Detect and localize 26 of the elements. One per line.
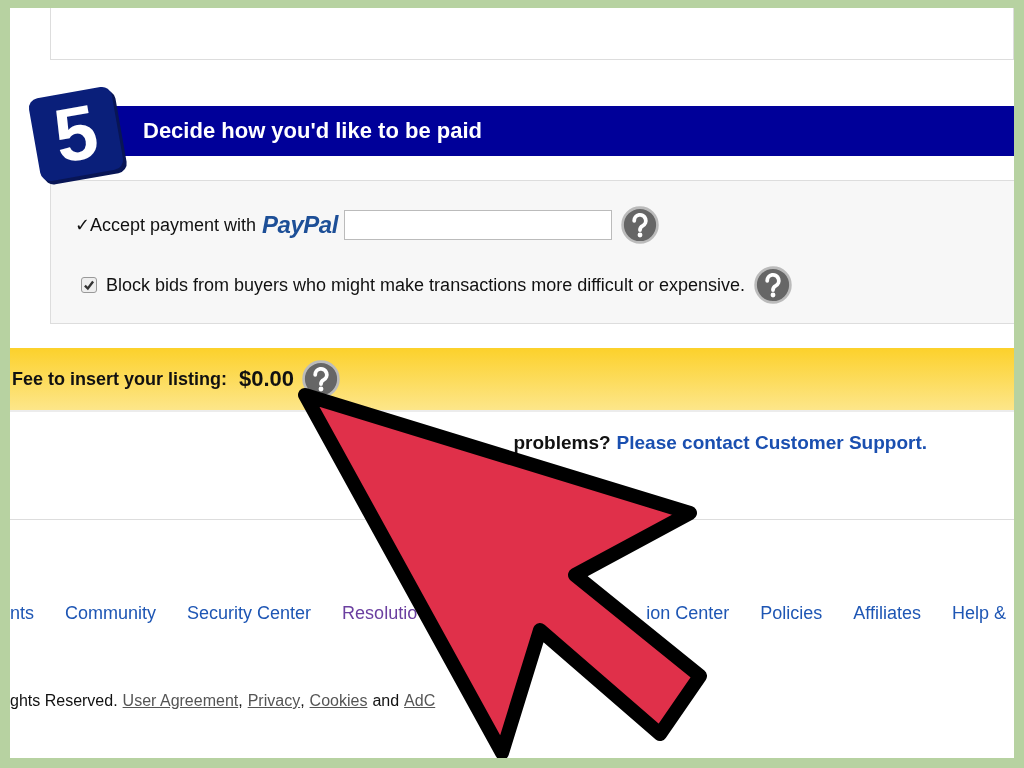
footer-link[interactable]: Help & xyxy=(951,603,1006,624)
support-link[interactable]: Please contact Customer Support. xyxy=(616,432,927,454)
footer-link[interactable]: Resolutio xyxy=(342,603,418,624)
footer-link[interactable]: Security Center xyxy=(187,603,312,624)
support-text: problems? xyxy=(513,432,611,454)
checkbox-label: Block bids from buyers who might make transactions more difficult or expensive. xyxy=(106,274,745,296)
footer-link[interactable]: Affiliates xyxy=(853,603,921,624)
paypal-logo: PayPal xyxy=(262,211,338,239)
checkbox[interactable] xyxy=(81,277,97,293)
legal-link[interactable]: Privacy xyxy=(247,692,301,710)
footer-link[interactable]: nts xyxy=(10,603,34,624)
legal-text: , xyxy=(300,692,305,710)
legal-link[interactable]: AdC xyxy=(404,692,436,710)
legal-text: and xyxy=(372,692,400,710)
step-number-badge: 5 xyxy=(27,85,125,183)
paypal-email-field[interactable] xyxy=(343,210,612,240)
legal-link[interactable]: User Agreement xyxy=(122,692,239,710)
legal-link[interactable]: Cookies xyxy=(309,692,368,710)
footer-link[interactable]: ion Center xyxy=(646,603,730,624)
legal-text: ghts Reserved. xyxy=(10,692,118,710)
footer-link[interactable]: Policies xyxy=(760,603,823,624)
paypal-option-label: ✓Accept payment with xyxy=(75,214,257,236)
fee-label: Fee to insert your listing: xyxy=(12,368,228,390)
legal-text: , xyxy=(238,692,243,710)
fee-amount: $0.00 xyxy=(239,366,295,392)
footer-link[interactable]: Community xyxy=(65,603,157,624)
